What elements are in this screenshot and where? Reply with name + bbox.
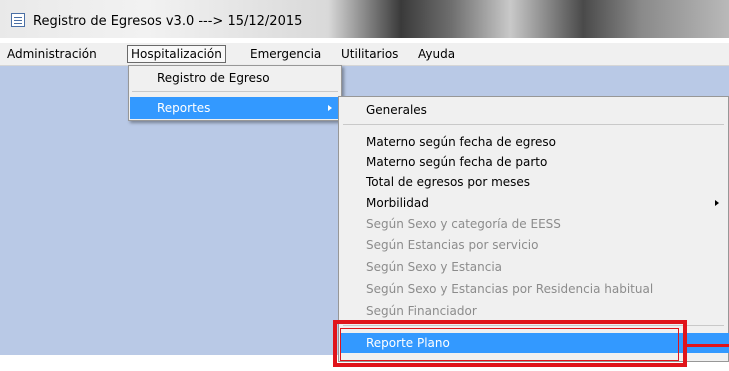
menu-item-label: Generales (366, 103, 427, 117)
submenu-item-financiador: Según Financiador (340, 301, 729, 321)
submenu-item-materno-fecha-parto[interactable]: Materno según fecha de parto (340, 152, 729, 172)
menu-hospitalizacion[interactable]: Hospitalización (127, 45, 226, 63)
menu-item-reportes[interactable]: Reportes (130, 97, 340, 119)
menu-emergencia[interactable]: Emergencia (250, 46, 321, 62)
menu-item-label: Materno según fecha de parto (366, 155, 548, 169)
annotation-pointer-line (687, 344, 729, 347)
submenu-item-generales[interactable]: Generales (340, 100, 729, 120)
submenu-item-morbilidad[interactable]: Morbilidad (340, 193, 729, 213)
submenu-item-total-egresos-meses[interactable]: Total de egresos por meses (340, 172, 729, 192)
menu-item-label: Según Sexo y categoría de EESS (366, 217, 561, 231)
menu-item-label: Según Financiador (366, 304, 477, 318)
menu-ayuda[interactable]: Ayuda (418, 46, 455, 62)
title-bar: Registro de Egresos v3.0 ---> 15/12/2015 (0, 0, 729, 38)
menu-utilitarios[interactable]: Utilitarios (341, 46, 398, 62)
menu-item-label: Morbilidad (366, 196, 429, 210)
submenu-item-materno-fecha-egreso[interactable]: Materno según fecha de egreso (340, 132, 729, 152)
submenu-arrow-icon (328, 105, 332, 111)
annotation-inner-box (340, 328, 679, 361)
submenu-item-sexo-categoria-eess: Según Sexo y categoría de EESS (340, 214, 729, 234)
menu-separator (343, 124, 724, 125)
menu-administracion[interactable]: Administración (7, 46, 97, 62)
menu-item-label: Registro de Egreso (157, 71, 270, 85)
menu-item-label: Total de egresos por meses (366, 175, 531, 189)
menu-item-label: Materno según fecha de egreso (366, 135, 556, 149)
menu-item-label: Reportes (157, 101, 211, 115)
menu-item-label: Según Sexo y Estancias por Residencia ha… (366, 282, 654, 296)
menu-item-registro-de-egreso[interactable]: Registro de Egreso (130, 67, 340, 89)
submenu-item-estancias-servicio: Según Estancias por servicio (340, 235, 729, 255)
window-title: Registro de Egresos v3.0 ---> 15/12/2015 (33, 14, 303, 29)
submenu-arrow-icon (715, 200, 719, 206)
menu-bar: Administración Hospitalización Emergenci… (0, 43, 729, 66)
hospitalizacion-dropdown: Registro de Egreso Reportes (128, 65, 342, 121)
menu-item-label: Según Estancias por servicio (366, 238, 539, 252)
menu-separator (132, 91, 338, 92)
app-icon (11, 13, 25, 27)
submenu-item-sexo-estancias-residencia: Según Sexo y Estancias por Residencia ha… (340, 279, 729, 299)
menu-item-label: Según Sexo y Estancia (366, 260, 503, 274)
submenu-item-sexo-estancia: Según Sexo y Estancia (340, 257, 729, 277)
